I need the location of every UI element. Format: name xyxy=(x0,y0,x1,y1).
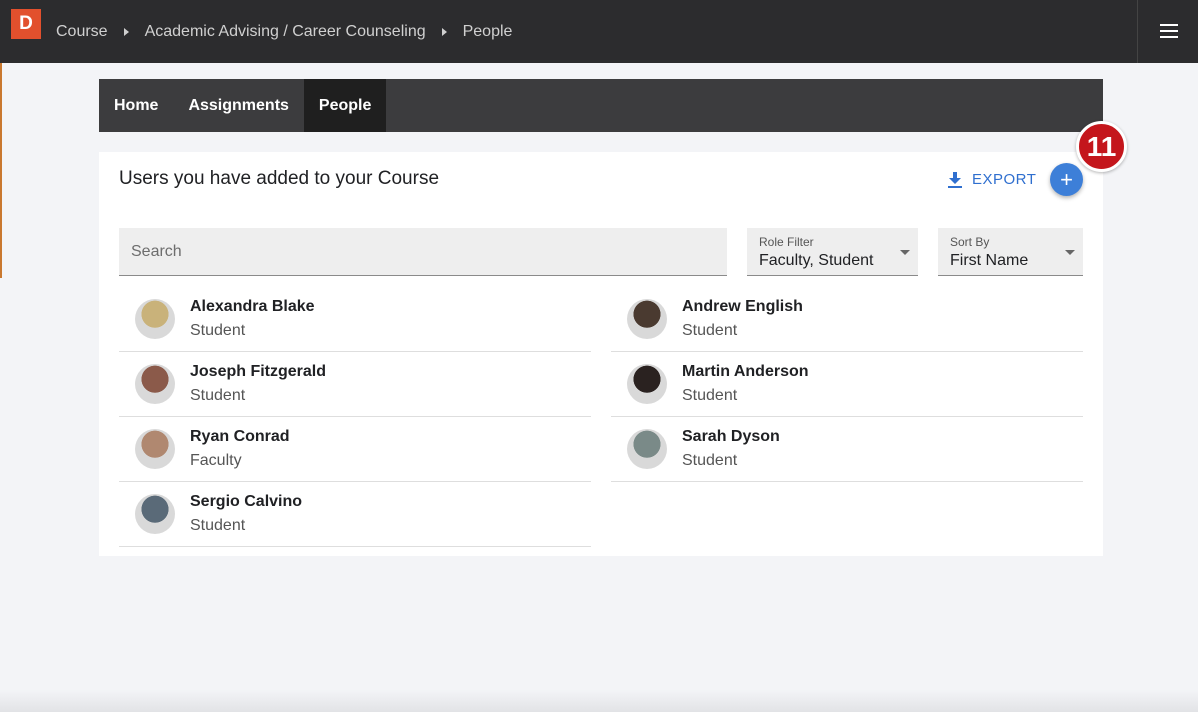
role-filter-label: Role Filter xyxy=(759,235,814,249)
export-label: EXPORT xyxy=(972,171,1037,188)
people-card: Users you have added to your Course EXPO… xyxy=(99,121,1127,556)
sort-by-select[interactable]: Sort By First Name xyxy=(938,228,1083,276)
window-bottom-edge xyxy=(0,690,1198,712)
person-name: Martin Anderson xyxy=(682,363,809,380)
person-list-item[interactable]: Alexandra Blake Student xyxy=(119,287,591,352)
avatar xyxy=(135,299,175,339)
person-name: Joseph Fitzgerald xyxy=(190,363,327,380)
divider xyxy=(1137,0,1138,63)
avatar xyxy=(627,299,667,339)
person-list-item[interactable]: Martin Anderson Student xyxy=(611,352,1083,417)
chevron-right-icon xyxy=(441,27,447,36)
dropdown-arrow-icon xyxy=(1065,250,1075,255)
tab-people[interactable]: People xyxy=(303,79,387,132)
person-role: Student xyxy=(190,387,246,404)
person-role: Student xyxy=(682,452,738,469)
sort-by-value: First Name xyxy=(950,252,1029,269)
person-name: Ryan Conrad xyxy=(190,428,290,445)
export-button[interactable]: EXPORT xyxy=(948,171,1036,188)
card-title: Users you have added to your Course xyxy=(119,168,440,189)
person-list-item[interactable]: Joseph Fitzgerald Student xyxy=(119,352,591,417)
person-name: Alexandra Blake xyxy=(190,298,315,315)
person-role: Faculty xyxy=(190,452,242,469)
avatar xyxy=(135,364,175,404)
person-list-item[interactable]: Sarah Dyson Student xyxy=(611,417,1083,482)
breadcrumb-people: People xyxy=(462,22,513,40)
chevron-right-icon xyxy=(123,27,129,36)
add-user-button[interactable]: + xyxy=(1050,163,1083,196)
avatar xyxy=(627,429,667,469)
download-icon xyxy=(948,171,962,188)
person-list-item[interactable]: Sergio Calvino Student xyxy=(119,482,591,547)
app-logo[interactable]: D xyxy=(11,9,41,39)
tab-bar: Home Assignments People xyxy=(99,79,1103,132)
dropdown-arrow-icon xyxy=(900,250,910,255)
step-number-badge: 11 xyxy=(1076,121,1127,172)
window-edge xyxy=(0,63,2,278)
role-filter-value: Faculty, Student xyxy=(759,252,874,269)
role-filter-select[interactable]: Role Filter Faculty, Student xyxy=(747,228,918,276)
person-name: Andrew English xyxy=(682,298,803,315)
breadcrumb-course-name[interactable]: Academic Advising / Career Counseling xyxy=(145,23,426,41)
avatar xyxy=(135,494,175,534)
sort-by-label: Sort By xyxy=(950,235,990,249)
person-role: Student xyxy=(682,322,738,339)
tab-home[interactable]: Home xyxy=(99,79,173,132)
search-input[interactable] xyxy=(119,228,727,276)
person-role: Student xyxy=(190,322,246,339)
avatar xyxy=(135,429,175,469)
person-name: Sergio Calvino xyxy=(190,493,303,510)
person-name: Sarah Dyson xyxy=(682,428,780,445)
breadcrumb: Course Academic Advising / Career Counse… xyxy=(56,0,512,63)
avatar xyxy=(627,364,667,404)
breadcrumb-course[interactable]: Course xyxy=(56,23,108,41)
top-bar: D Course Academic Advising / Career Coun… xyxy=(0,0,1198,63)
person-role: Student xyxy=(682,387,738,404)
person-list-item[interactable]: Andrew English Student xyxy=(611,287,1083,352)
hamburger-menu-icon[interactable] xyxy=(1160,24,1178,38)
tab-assignments[interactable]: Assignments xyxy=(173,79,303,132)
person-list-item[interactable]: Ryan Conrad Faculty xyxy=(119,417,591,482)
person-role: Student xyxy=(190,517,246,534)
